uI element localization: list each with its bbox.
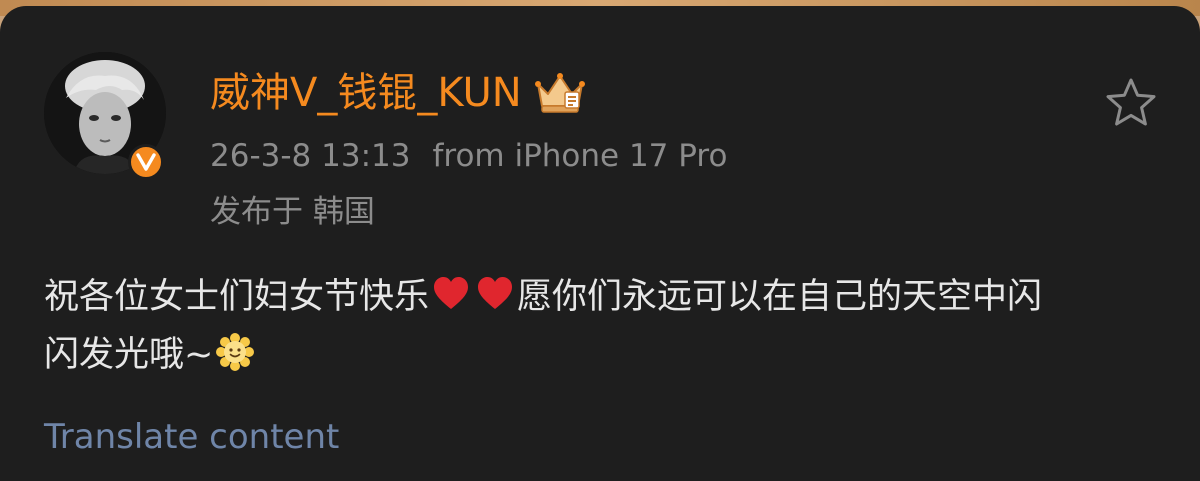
post-content: 祝各位女士们妇女节快乐 愿你们永远可以在自己的天空中闪 闪发光哦~ [44,268,1144,384]
red-heart-emoji [478,277,513,309]
red-heart-emoji [434,277,469,309]
post-text-segment: 愿你们永远可以在自己的天空中闪 [517,277,1043,317]
star-outline-icon[interactable] [1104,76,1158,130]
weibo-post-card: 威神V_钱锟_KUN 26-3-8 13:13 from iPhone 17 Pr… [0,6,1200,481]
sun-flower-emoji [216,333,255,371]
post-text-segment: 闪发光哦~ [44,335,214,375]
post-source: from iPhone 17 Pro [432,138,728,174]
post-text-segment: 祝各位女士们妇女节快乐 [44,277,430,317]
translate-content-link[interactable]: Translate content [44,416,339,458]
author-row: 威神V_钱锟_KUN [210,64,586,122]
post-timestamp: 26-3-8 13:13 [210,138,411,174]
post-content-line-1: 祝各位女士们妇女节快乐 愿你们永远可以在自己的天空中闪 [44,268,1144,326]
post-meta: 26-3-8 13:13 from iPhone 17 Pro [210,136,727,176]
verified-badge-icon [128,144,164,180]
post-content-line-2: 闪发光哦~ [44,326,1144,384]
crown-badge-icon[interactable] [534,70,586,116]
author-name[interactable]: 威神V_钱锟_KUN [210,64,522,122]
post-location: 发布于 韩国 [210,194,375,230]
